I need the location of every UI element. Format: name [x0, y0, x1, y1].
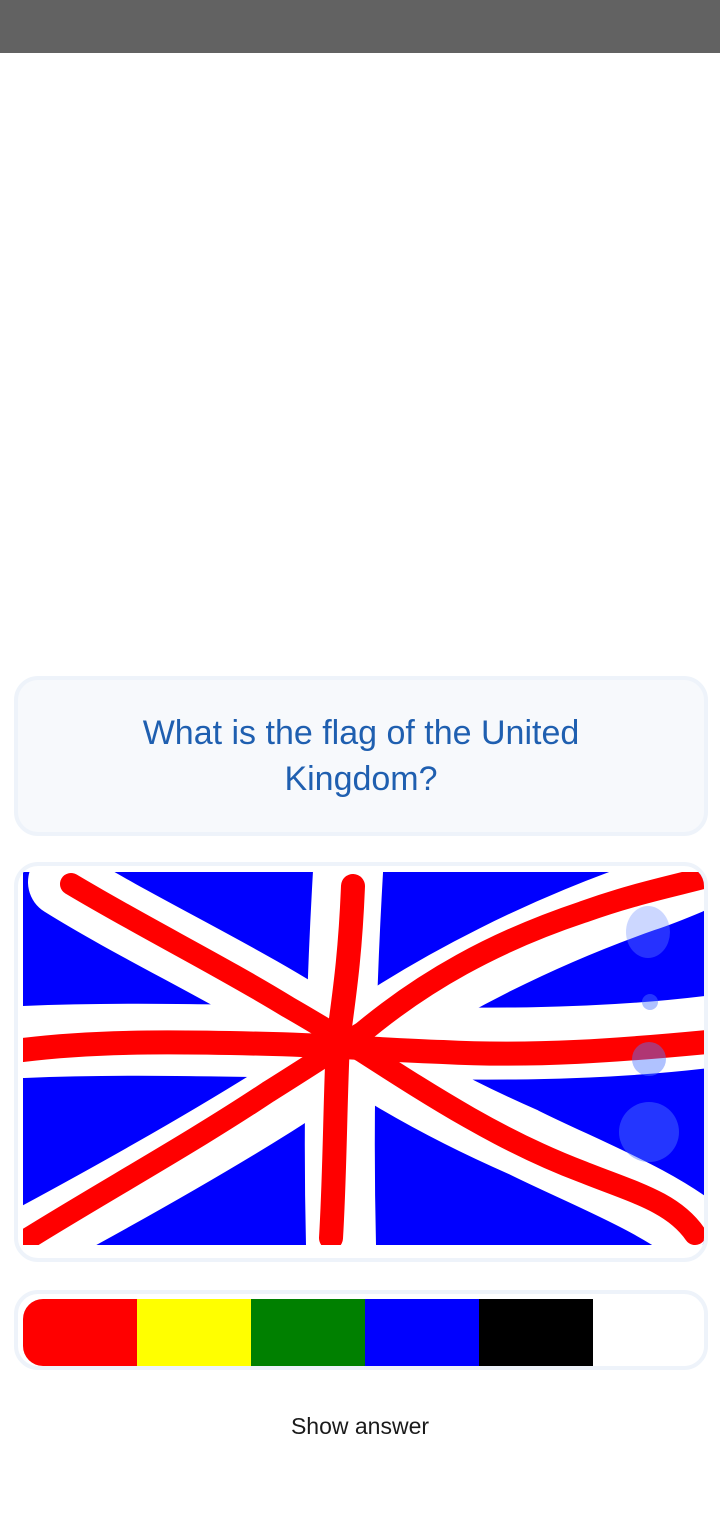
question-card: What is the flag of the United Kingdom?	[14, 676, 708, 836]
color-swatch-5[interactable]	[593, 1299, 704, 1366]
color-swatch-3[interactable]	[365, 1299, 479, 1366]
brush-size-medium[interactable]	[632, 1042, 666, 1076]
show-answer-button[interactable]: Show answer	[0, 1404, 720, 1448]
color-swatch-2[interactable]	[251, 1299, 365, 1366]
color-swatch-0[interactable]	[23, 1299, 137, 1366]
brush-size-small[interactable]	[642, 994, 658, 1010]
color-swatch-4[interactable]	[479, 1299, 593, 1366]
color-swatch-1[interactable]	[137, 1299, 251, 1366]
drawing-canvas[interactable]	[23, 872, 707, 1245]
color-palette-card	[14, 1290, 708, 1370]
color-palette	[23, 1299, 704, 1366]
status-bar	[0, 0, 720, 53]
question-text: What is the flag of the United Kingdom?	[142, 714, 580, 798]
brush-size-large[interactable]	[619, 1102, 679, 1162]
drawing-card	[14, 862, 708, 1262]
eraser-icon[interactable]	[626, 906, 670, 958]
